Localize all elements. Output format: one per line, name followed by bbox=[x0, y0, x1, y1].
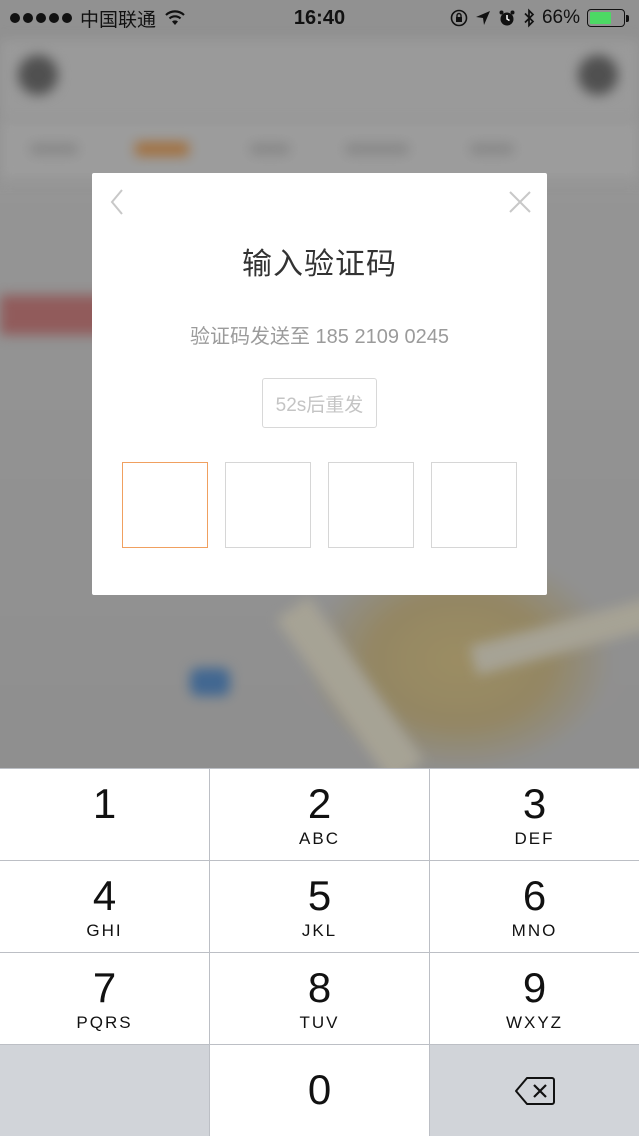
back-button[interactable] bbox=[102, 185, 132, 219]
back-chevron-icon bbox=[110, 189, 123, 215]
key-blank bbox=[0, 1045, 209, 1136]
status-bar: 中国联通 16:40 66% bbox=[0, 0, 639, 36]
key-4[interactable]: 4 GHI bbox=[0, 861, 209, 952]
key-0[interactable]: 0 bbox=[210, 1045, 429, 1136]
key-7[interactable]: 7 PQRS bbox=[0, 953, 209, 1044]
verification-dialog: 输入验证码 验证码发送至 185 2109 0245 52s后重发 bbox=[92, 173, 547, 595]
bluetooth-icon bbox=[524, 8, 535, 28]
delete-key[interactable] bbox=[430, 1045, 639, 1136]
location-arrow-icon bbox=[475, 11, 490, 25]
key-1[interactable]: 1 bbox=[0, 769, 209, 860]
key-6[interactable]: 6 MNO bbox=[430, 861, 639, 952]
close-icon bbox=[509, 191, 531, 213]
code-box[interactable] bbox=[122, 462, 208, 548]
code-box[interactable] bbox=[225, 462, 311, 548]
key-9[interactable]: 9 WXYZ bbox=[430, 953, 639, 1044]
key-2[interactable]: 2 ABC bbox=[210, 769, 429, 860]
backspace-icon bbox=[514, 1076, 555, 1105]
battery-percent: 66% bbox=[541, 7, 580, 28]
phone-number-hint: 验证码发送至 185 2109 0245 bbox=[189, 326, 450, 348]
close-button[interactable] bbox=[505, 185, 535, 219]
wifi-icon bbox=[165, 10, 185, 25]
carrier-name: 中国联通 bbox=[80, 9, 157, 31]
alarm-icon bbox=[499, 10, 515, 26]
key-8[interactable]: 8 TUV bbox=[210, 953, 429, 1044]
code-input-group[interactable] bbox=[122, 462, 517, 548]
key-5[interactable]: 5 JKL bbox=[210, 861, 429, 952]
numeric-keypad: 1 2 ABC 3 DEF 4 GHI 5 JKL 6 MNO 7 PQRS 8… bbox=[0, 768, 639, 1136]
key-3[interactable]: 3 DEF bbox=[430, 769, 639, 860]
code-box[interactable] bbox=[328, 462, 414, 548]
orientation-lock-icon bbox=[450, 9, 468, 27]
code-box[interactable] bbox=[431, 462, 517, 548]
battery-icon bbox=[587, 9, 629, 27]
resend-button[interactable]: 52s后重发 bbox=[262, 378, 377, 428]
signal-dots-icon bbox=[10, 13, 72, 23]
dialog-title: 输入验证码 bbox=[242, 248, 397, 281]
